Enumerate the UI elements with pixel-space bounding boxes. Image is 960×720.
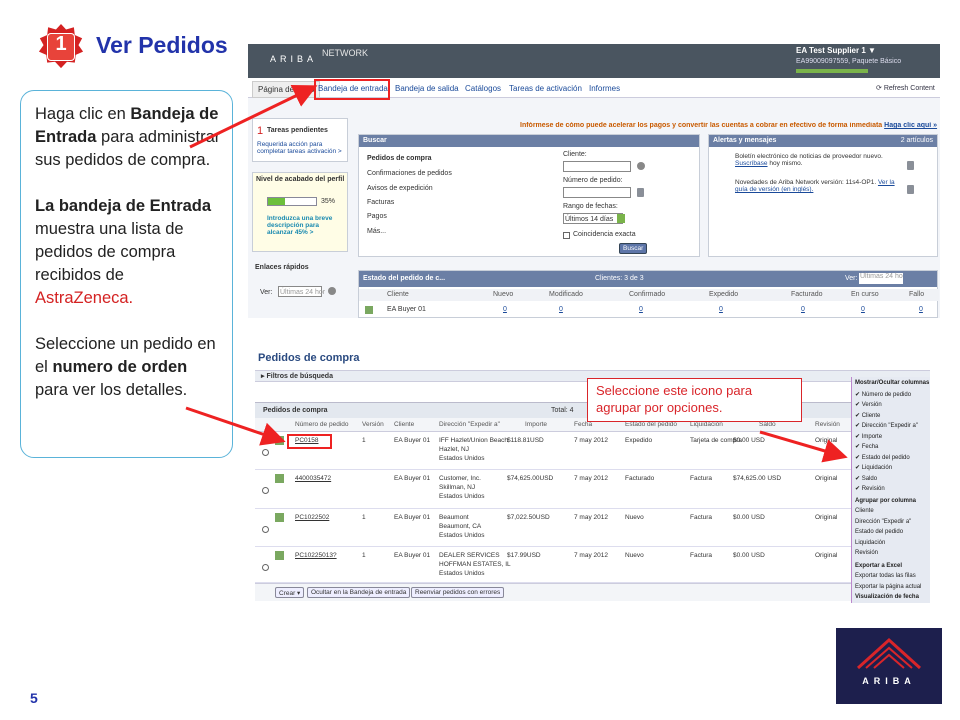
arrow-to-inbox	[189, 85, 318, 149]
arrows-overlay	[185, 85, 848, 463]
arrow-to-order	[185, 406, 286, 446]
slide: 1 Ver Pedidos Haga clic en Bandeja de En…	[0, 0, 960, 720]
ariba-logo: ARIBA	[836, 628, 942, 704]
arrow-to-menu	[759, 430, 848, 463]
page-number: 5	[30, 690, 38, 706]
ariba-arc-icon	[856, 637, 922, 670]
ariba-wordmark: ARIBA	[862, 676, 916, 686]
